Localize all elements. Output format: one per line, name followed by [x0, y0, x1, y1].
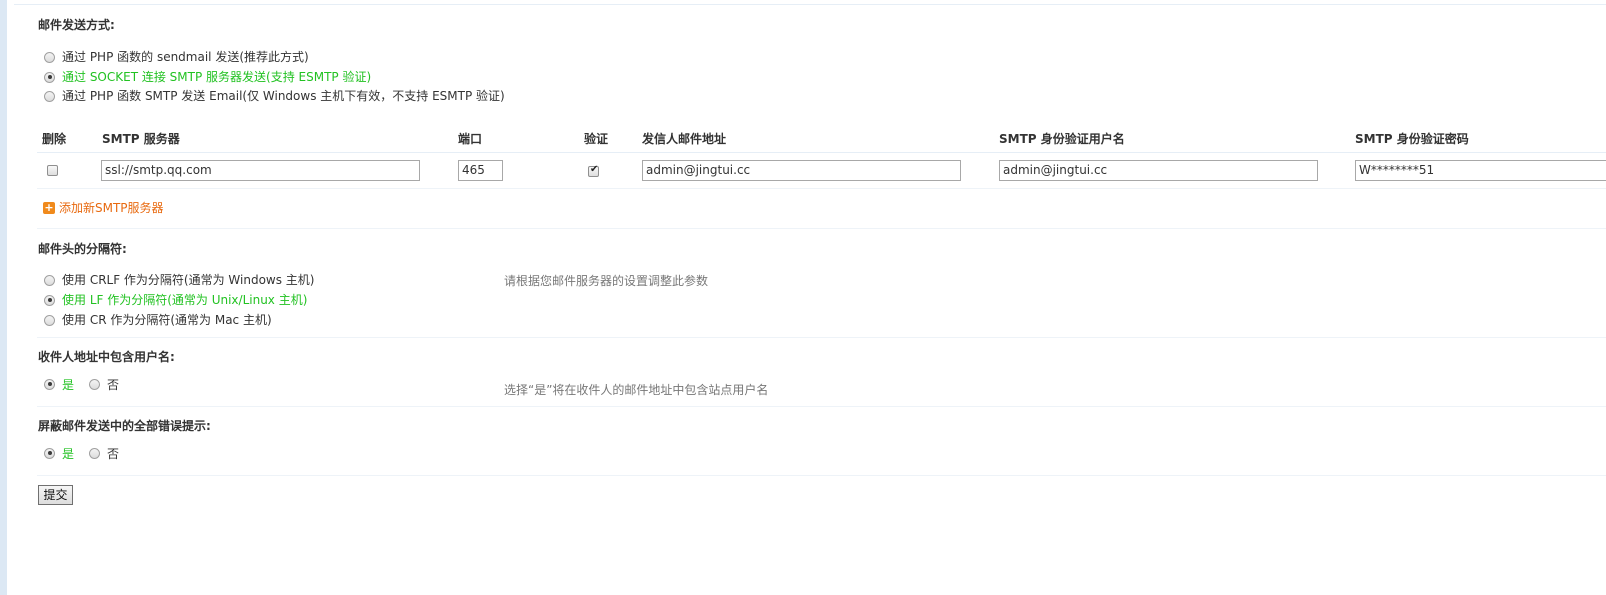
header-separator-title: 邮件头的分隔符: — [38, 242, 127, 256]
mail-send-method-title: 邮件发送方式: — [38, 18, 115, 32]
radio-button[interactable] — [89, 447, 101, 459]
auth-username-input[interactable]: admin@jingtui.cc — [999, 160, 1318, 181]
send-method-option-php-smtp[interactable]: 通过 PHP 函数 SMTP 发送 Email(仅 Windows 主机下有效，… — [44, 87, 505, 105]
separator-option-crlf[interactable]: 使用 CRLF 作为分隔符(通常为 Windows 主机) — [44, 271, 315, 289]
section-divider — [37, 475, 1606, 476]
section-divider — [37, 228, 1606, 229]
header-smtp-server: SMTP 服务器 — [102, 132, 180, 146]
radio-button[interactable] — [44, 90, 55, 102]
section-divider — [37, 337, 1606, 338]
header-delete: 删除 — [42, 132, 67, 146]
send-method-option-label: 通过 SOCKET 连接 SMTP 服务器发送(支持 ESMTP 验证) — [62, 70, 372, 84]
header-from-address: 发信人邮件地址 — [642, 132, 727, 146]
silence-errors-title: 屏蔽邮件发送中的全部错误提示: — [38, 419, 211, 433]
auth-password-input[interactable]: W********51 — [1355, 160, 1606, 181]
send-method-option-sendmail[interactable]: 通过 PHP 函数的 sendmail 发送(推荐此方式) — [44, 48, 309, 66]
section-divider — [37, 406, 1606, 407]
silence-errors-yes[interactable]: 是 — [44, 445, 74, 462]
radio-button[interactable] — [44, 447, 55, 459]
include-username-no[interactable]: 否 — [89, 376, 119, 393]
top-divider — [14, 4, 1606, 5]
header-port: 端口 — [458, 132, 483, 146]
radio-button[interactable] — [44, 314, 55, 326]
from-address-input[interactable]: admin@jingtui.cc — [642, 160, 961, 181]
smtp-table-header: 删除 SMTP 服务器 端口 验证 发信人邮件地址 SMTP 身份验证用户名 S… — [37, 124, 1606, 153]
silence-errors-no[interactable]: 否 — [89, 445, 119, 462]
include-username-options: 是 否 — [44, 375, 134, 393]
silence-errors-options: 是 否 — [44, 444, 134, 462]
no-label: 否 — [107, 377, 120, 392]
header-auth-password: SMTP 身份验证密码 — [1355, 132, 1469, 146]
auth-checkbox[interactable] — [588, 164, 599, 177]
table-row-divider — [37, 188, 1606, 189]
separator-option-label: 使用 CRLF 作为分隔符(通常为 Windows 主机) — [62, 273, 315, 287]
add-smtp-server-link[interactable]: + 添加新SMTP服务器 — [43, 199, 164, 216]
radio-button[interactable] — [44, 51, 55, 63]
radio-button[interactable] — [44, 294, 55, 306]
include-username-hint: 选择“是”将在收件人的邮件地址中包含站点用户名 — [504, 383, 769, 397]
separator-option-cr[interactable]: 使用 CR 作为分隔符(通常为 Mac 主机) — [44, 311, 272, 329]
radio-button[interactable] — [89, 378, 101, 390]
yes-label: 是 — [62, 377, 75, 392]
header-auth: 验证 — [584, 132, 609, 146]
no-label: 否 — [107, 446, 120, 461]
add-smtp-server-label: 添加新SMTP服务器 — [59, 201, 164, 215]
send-method-option-label: 通过 PHP 函数 SMTP 发送 Email(仅 Windows 主机下有效，… — [62, 89, 505, 103]
send-method-option-socket[interactable]: 通过 SOCKET 连接 SMTP 服务器发送(支持 ESMTP 验证) — [44, 68, 371, 86]
include-username-yes[interactable]: 是 — [44, 376, 74, 393]
radio-button[interactable] — [44, 71, 55, 83]
include-username-title: 收件人地址中包含用户名: — [38, 350, 175, 364]
port-input[interactable]: 465 — [458, 160, 503, 181]
radio-button[interactable] — [44, 274, 55, 286]
header-separator-hint: 请根据您邮件服务器的设置调整此参数 — [504, 274, 709, 288]
send-method-option-label: 通过 PHP 函数的 sendmail 发送(推荐此方式) — [62, 50, 309, 64]
settings-page: 邮件发送方式: 通过 PHP 函数的 sendmail 发送(推荐此方式) 通过… — [0, 0, 1606, 595]
separator-option-label: 使用 CR 作为分隔符(通常为 Mac 主机) — [62, 313, 272, 327]
submit-button[interactable]: 提交 — [38, 485, 73, 505]
header-auth-username: SMTP 身份验证用户名 — [999, 132, 1125, 146]
delete-checkbox[interactable] — [47, 165, 58, 176]
plus-square-icon: + — [43, 200, 55, 214]
separator-option-label: 使用 LF 作为分隔符(通常为 Unix/Linux 主机) — [62, 293, 308, 307]
separator-option-lf[interactable]: 使用 LF 作为分隔符(通常为 Unix/Linux 主机) — [44, 291, 307, 309]
smtp-server-input[interactable]: ssl://smtp.qq.com — [101, 160, 420, 181]
yes-label: 是 — [62, 446, 75, 461]
radio-button[interactable] — [44, 378, 55, 390]
